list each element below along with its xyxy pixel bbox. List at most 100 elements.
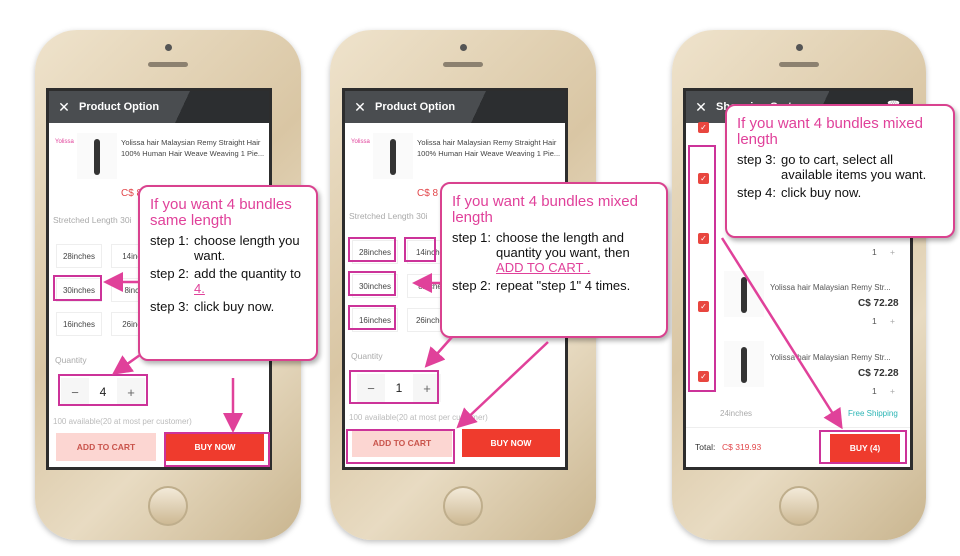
item-image bbox=[724, 341, 764, 387]
step-label: step 3: bbox=[737, 152, 777, 167]
step-label: step 1: bbox=[150, 233, 190, 248]
earpiece bbox=[148, 62, 188, 67]
add-to-cart-button[interactable]: ADD TO CART bbox=[352, 429, 452, 457]
availability: 100 available(20 at most per customer) bbox=[53, 417, 192, 426]
quantity-value[interactable]: 4 bbox=[89, 378, 117, 406]
bottom-bar: Total: C$ 319.93 BUY (4) bbox=[686, 427, 910, 467]
callout-title: If you want 4 bundles mixed length bbox=[737, 115, 923, 148]
free-shipping: Free Shipping bbox=[848, 409, 898, 418]
camera bbox=[460, 44, 467, 51]
item-quantity: 1 bbox=[872, 316, 877, 326]
plus-button[interactable]: + bbox=[413, 374, 441, 402]
item-checkbox[interactable]: ✓ bbox=[698, 371, 709, 382]
step-label: step 2: bbox=[150, 266, 190, 281]
product-title: Yolissa hair Malaysian Remy Straight Hai… bbox=[121, 138, 265, 158]
step-text: click buy now. bbox=[194, 299, 274, 314]
header: ✕ Product Option bbox=[345, 91, 565, 123]
size-option[interactable]: 28inches bbox=[56, 244, 102, 268]
step-text-main: click buy now. bbox=[194, 299, 275, 314]
header: ✕ Product Option bbox=[49, 91, 269, 123]
close-icon[interactable]: ✕ bbox=[49, 99, 79, 116]
buy-now-button[interactable]: BUY NOW bbox=[462, 429, 560, 457]
size-option[interactable]: 28inches bbox=[352, 240, 398, 264]
product-image bbox=[373, 133, 413, 179]
plus-button[interactable]: + bbox=[117, 378, 145, 406]
brand-logo: Yolissa bbox=[351, 139, 370, 145]
stretched-length: Stretched Length 30i bbox=[349, 211, 428, 221]
step-text: click buy now. bbox=[781, 185, 861, 200]
hair-bundle bbox=[390, 139, 396, 175]
buy-button[interactable]: BUY (4) bbox=[830, 434, 900, 462]
quantity-label: Quantity bbox=[55, 355, 87, 365]
brand-logo: Yolissa bbox=[55, 139, 74, 145]
item-title: Yolissa hair Malaysian Remy Str... bbox=[770, 353, 891, 362]
callout-step: step 4: click buy now. bbox=[737, 185, 943, 200]
product-image bbox=[77, 133, 117, 179]
home-button[interactable] bbox=[148, 486, 188, 526]
buy-now-button[interactable]: BUY NOW bbox=[166, 433, 264, 461]
close-icon[interactable]: ✕ bbox=[686, 99, 716, 116]
size-option[interactable]: 16inches bbox=[352, 308, 398, 332]
home-button[interactable] bbox=[443, 486, 483, 526]
close-icon[interactable]: ✕ bbox=[345, 99, 375, 116]
minus-button[interactable]: − bbox=[357, 374, 385, 402]
step-text-main: choose the length and quantity you want,… bbox=[496, 230, 630, 260]
quantity-stepper[interactable]: −1 + bbox=[357, 374, 441, 402]
size-option[interactable]: 30inches bbox=[352, 274, 398, 298]
size-option[interactable]: 30inches bbox=[56, 278, 102, 302]
item-checkbox[interactable]: ✓ bbox=[698, 173, 709, 184]
total-label: Total: bbox=[695, 442, 716, 452]
plus-button[interactable]: + bbox=[890, 386, 895, 396]
total-value: C$ 319.93 bbox=[722, 442, 762, 452]
callout-title: If you want 4 bundles mixed length bbox=[452, 193, 638, 226]
product-title: Yolissa hair Malaysian Remy Straight Hai… bbox=[417, 138, 561, 158]
step-text: choose the length and quantity you want,… bbox=[496, 230, 656, 275]
size-option[interactable]: 16inches bbox=[56, 312, 102, 336]
hair-bundle bbox=[741, 277, 747, 313]
step-text-main: add the quantity to bbox=[194, 266, 302, 281]
camera bbox=[165, 44, 172, 51]
quantity-stepper[interactable]: −4 + bbox=[61, 378, 145, 406]
callout-step: step 3: go to cart, select all available … bbox=[737, 152, 943, 182]
step-label: step 2: bbox=[452, 278, 492, 293]
add-to-cart-button[interactable]: ADD TO CART bbox=[56, 433, 156, 461]
earpiece bbox=[779, 62, 819, 67]
callout: If you want 4 bundles mixed length step 3… bbox=[725, 104, 955, 238]
step-text-main: choose length you want. bbox=[194, 233, 300, 263]
step-text: go to cart, select all available items y… bbox=[781, 152, 943, 182]
home-button[interactable] bbox=[779, 486, 819, 526]
callout-title: If you want 4 bundles same length bbox=[150, 196, 292, 229]
product-price: C$ 8 bbox=[417, 188, 439, 199]
earpiece bbox=[443, 62, 483, 67]
header-title: Product Option bbox=[79, 101, 160, 113]
hair-bundle bbox=[741, 347, 747, 383]
item-price: C$ 72.28 bbox=[858, 368, 899, 379]
callout-step: step 2: add the quantity to 4. bbox=[150, 266, 306, 296]
step-text-main: repeat "step 1" 4 times. bbox=[496, 278, 631, 293]
minus-button[interactable]: − bbox=[61, 378, 89, 406]
callout-step: step 2: repeat "step 1" 4 times. bbox=[452, 278, 656, 293]
camera bbox=[796, 44, 803, 51]
plus-button[interactable]: + bbox=[890, 316, 895, 326]
item-quantity: 1 bbox=[872, 386, 877, 396]
quantity-value[interactable]: 1 bbox=[385, 374, 413, 402]
item-image bbox=[724, 271, 764, 317]
availability: 100 available(20 at most per customer) bbox=[349, 413, 488, 422]
plus-button[interactable]: + bbox=[890, 247, 895, 257]
stretched-length: Stretched Length 30i bbox=[53, 215, 132, 225]
item-quantity: 1 bbox=[872, 247, 877, 257]
callout-step: step 3: click buy now. bbox=[150, 299, 306, 314]
step-text-main: click buy now. bbox=[781, 185, 862, 200]
step-text: add the quantity to 4. bbox=[194, 266, 306, 296]
quantity-label: Quantity bbox=[351, 351, 383, 361]
item-title: Yolissa hair Malaysian Remy Str... bbox=[770, 283, 891, 292]
step-text-main: go to cart, select all available items y… bbox=[781, 152, 927, 182]
callout: If you want 4 bundles mixed length step 1… bbox=[440, 182, 668, 338]
item-checkbox[interactable]: ✓ bbox=[698, 233, 709, 244]
header-title: Product Option bbox=[375, 101, 456, 113]
step-text: repeat "step 1" 4 times. bbox=[496, 278, 630, 293]
select-all-checkbox[interactable]: ✓ bbox=[698, 122, 709, 133]
callout-step: step 1: choose length you want. bbox=[150, 233, 306, 263]
item-checkbox[interactable]: ✓ bbox=[698, 301, 709, 312]
step-label: step 3: bbox=[150, 299, 190, 314]
